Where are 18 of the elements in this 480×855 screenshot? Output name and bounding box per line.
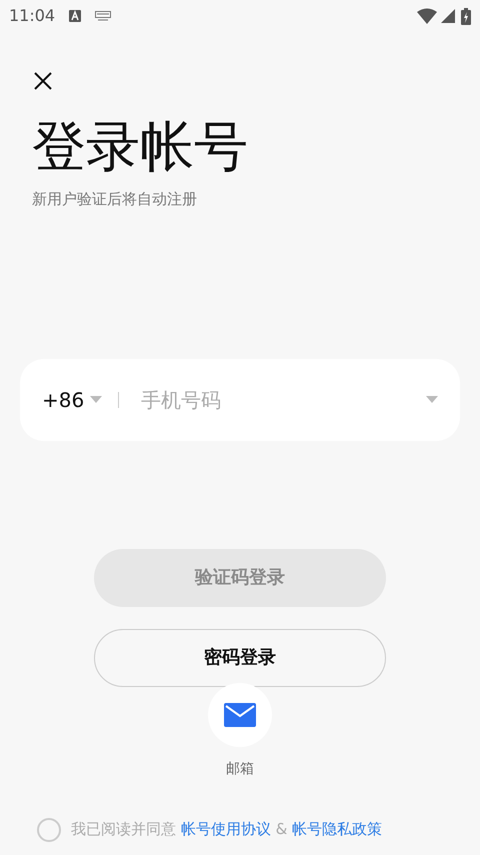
subtitle: 新用户验证后将自动注册 xyxy=(32,189,198,210)
email-label: 邮箱 xyxy=(226,760,254,778)
status-time: 11:04 xyxy=(9,5,56,27)
signal-icon xyxy=(441,9,455,23)
keyboard-icon xyxy=(95,11,112,21)
wifi-icon xyxy=(417,8,437,24)
terms-link[interactable]: 帐号使用协议 xyxy=(180,820,271,838)
agreement-checkbox[interactable] xyxy=(37,818,61,842)
battery-icon xyxy=(461,8,471,24)
agreement-text: 我已阅读并同意 帐号使用协议 & 帐号隐私政策 xyxy=(71,819,382,840)
text-input-icon xyxy=(69,10,82,22)
privacy-link[interactable]: 帐号隐私政策 xyxy=(292,820,382,838)
country-code-selector[interactable]: +86 xyxy=(42,384,102,414)
caret-icon xyxy=(90,396,102,404)
phone-number-field[interactable]: 手机号码 xyxy=(141,384,426,414)
envelope-icon xyxy=(224,702,256,726)
page-title: 登录帐号 xyxy=(32,120,249,174)
close-button[interactable] xyxy=(32,70,54,92)
